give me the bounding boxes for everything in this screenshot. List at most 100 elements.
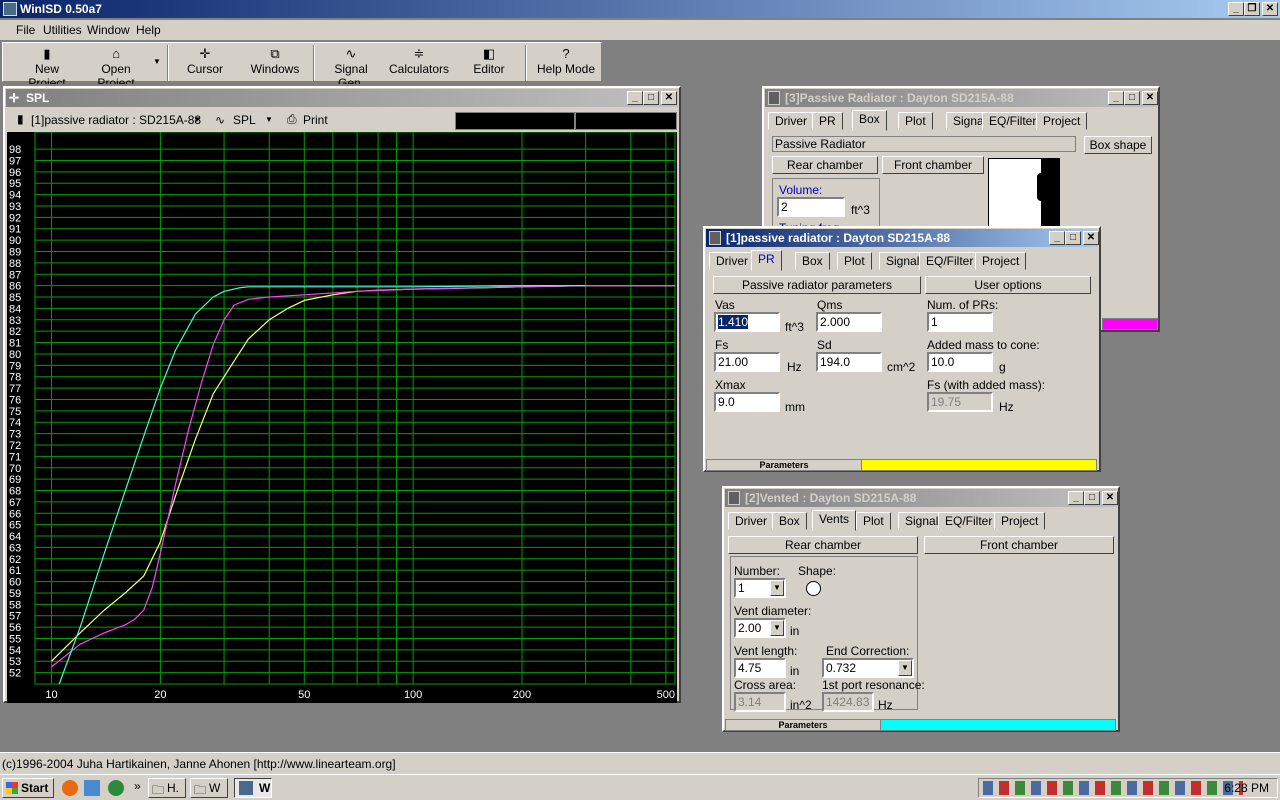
spl-maximize-icon[interactable]: □ (643, 91, 659, 105)
start-button[interactable]: Start (2, 778, 54, 798)
signal-gen-button[interactable]: ∿ Signal Gen. (321, 46, 381, 90)
cursor-button[interactable]: ✛ Cursor (181, 46, 229, 80)
vent-length-input[interactable]: 4.75 (734, 658, 786, 678)
vented-window-titlebar[interactable]: [2]Vented : Dayton SD215A-88 (725, 489, 1117, 507)
new-project-button[interactable]: ▮ New Project (15, 46, 79, 90)
tab-box[interactable]: Box (795, 252, 830, 270)
calculator-icon: ≑ (413, 46, 425, 61)
y-tick-label: 70 (9, 463, 21, 475)
menu-window[interactable]: Window (87, 23, 130, 37)
tab-plot[interactable]: Plot (837, 252, 872, 270)
vented-window-icon (728, 491, 740, 505)
tab-driver[interactable]: Driver (709, 252, 755, 270)
open-project-button[interactable]: ⌂ Open Project (83, 46, 149, 90)
tab-project[interactable]: Project (994, 512, 1046, 530)
taskbar-folder-w[interactable]: 🗀 W (190, 778, 228, 798)
pr-maximize-icon[interactable]: □ (1065, 231, 1081, 245)
menu-help[interactable]: Help (136, 23, 161, 37)
chart-grid (34, 132, 676, 685)
tab-driver[interactable]: Driver (728, 512, 774, 530)
rear-chamber-button[interactable]: Rear chamber (728, 536, 918, 554)
tab-pr[interactable]: PR (812, 112, 843, 130)
calculators-button[interactable]: ≑ Calculators (389, 46, 449, 80)
project-dropdown-icon[interactable]: ▼ (193, 115, 201, 124)
spl-window-titlebar[interactable]: ✛ SPL (6, 89, 678, 107)
quicklaunch-icon[interactable] (84, 780, 100, 796)
front-chamber-button[interactable]: Front chamber (924, 536, 1114, 554)
diameter-dropdown-icon[interactable]: ▼ (770, 620, 784, 636)
pr-close-icon[interactable]: ✕ (1083, 231, 1099, 245)
menu-file[interactable]: File (16, 23, 35, 37)
y-tick-label: 69 (9, 474, 21, 486)
fs-input[interactable]: 21.00 (714, 352, 780, 372)
project-select[interactable]: [1]passive radiator : SD215A-88 (31, 113, 201, 127)
rear-chamber-button[interactable]: Rear chamber (772, 156, 878, 174)
vas-input[interactable]: 1.410 (714, 312, 780, 332)
y-tick-label: 76 (9, 394, 21, 406)
vented-minimize-icon[interactable]: _ (1068, 491, 1084, 505)
tab-eq-filter[interactable]: EQ/Filter (919, 252, 981, 270)
end-correction-dropdown-icon[interactable]: ▼ (898, 660, 912, 676)
plot-dropdown-icon[interactable]: ▼ (265, 115, 273, 124)
taskbar-winisd[interactable]: W (234, 778, 272, 798)
number-select[interactable]: 1 ▼ (734, 578, 786, 598)
spl-close-icon[interactable]: ✕ (661, 91, 677, 105)
tray-icons[interactable] (983, 781, 1243, 795)
added-mass-input[interactable]: 10.0 (927, 352, 993, 372)
editor-button[interactable]: ◧ Editor (469, 46, 509, 80)
tab-pr[interactable]: PR (751, 250, 782, 271)
tab-project[interactable]: Project (1036, 112, 1088, 130)
tab-box[interactable]: Box (852, 110, 887, 131)
print-button[interactable]: Print (303, 113, 328, 127)
user-options-header[interactable]: User options (925, 276, 1091, 294)
open-dropdown-icon[interactable]: ▼ (153, 57, 161, 66)
close-icon[interactable]: ✕ (1262, 2, 1278, 16)
xmax-input[interactable]: 9.0 (714, 392, 780, 412)
chevron-right-icon[interactable]: » (134, 779, 141, 793)
qms-input[interactable]: 2.000 (816, 312, 882, 332)
tab-driver[interactable]: Driver (768, 112, 814, 130)
vent-diameter-select[interactable]: 2.00 ▼ (734, 618, 786, 638)
windows-button[interactable]: ⧉ Windows (247, 46, 303, 80)
taskbar-folder-h[interactable]: 🗀 H. (148, 778, 186, 798)
pr-window-titlebar[interactable]: [1]passive radiator : Dayton SD215A-88 (706, 229, 1098, 247)
pr-box-window-titlebar[interactable]: [3]Passive Radiator : Dayton SD215A-88 (765, 89, 1157, 107)
firefox-icon[interactable] (62, 780, 78, 796)
pr-box-minimize-icon[interactable]: _ (1108, 91, 1124, 105)
number-dropdown-icon[interactable]: ▼ (770, 580, 784, 596)
pr-box-window-title: [3]Passive Radiator : Dayton SD215A-88 (785, 91, 1014, 105)
tab-project[interactable]: Project (975, 252, 1027, 270)
tab-eq-filter[interactable]: EQ/Filter (982, 112, 1044, 130)
tab-eq-filter[interactable]: EQ/Filter (938, 512, 1000, 530)
tab-plot[interactable]: Plot (856, 512, 891, 530)
end-correction-select[interactable]: 0.732 ▼ (822, 658, 914, 678)
volume-input[interactable]: 2 (777, 197, 845, 217)
restore-icon[interactable]: ❐ (1244, 2, 1260, 16)
y-tick-label: 86 (9, 281, 21, 293)
utorrent-icon[interactable] (108, 780, 124, 796)
front-chamber-button[interactable]: Front chamber (882, 156, 984, 174)
pr-box-close-icon[interactable]: ✕ (1142, 91, 1158, 105)
pr-minimize-icon[interactable]: _ (1049, 231, 1065, 245)
plot-type-select[interactable]: SPL (233, 113, 256, 127)
box-shape-button[interactable]: Box shape (1084, 136, 1152, 154)
sine-plot-icon: ∿ (215, 113, 226, 127)
tab-vents[interactable]: Vents (812, 510, 857, 531)
tab-box[interactable]: Box (772, 512, 807, 530)
spl-minimize-icon[interactable]: _ (627, 91, 643, 105)
sd-input[interactable]: 194.0 (816, 352, 882, 372)
spl-chart[interactable]: 5253545556575859606162636465666768697071… (7, 132, 677, 703)
pr-params-header[interactable]: Passive radiator parameters (713, 276, 921, 294)
num-prs-input[interactable]: 1 (927, 312, 993, 332)
y-tick-label: 98 (9, 144, 21, 156)
vented-close-icon[interactable]: ✕ (1102, 491, 1118, 505)
y-tick-label: 72 (9, 440, 21, 452)
minimize-icon[interactable]: _ (1228, 2, 1244, 16)
round-vent-shape-icon[interactable] (806, 581, 821, 596)
port-resonance-input: 1424.83 (822, 692, 874, 712)
tab-plot[interactable]: Plot (898, 112, 933, 130)
pr-box-maximize-icon[interactable]: □ (1124, 91, 1140, 105)
vented-maximize-icon[interactable]: □ (1084, 491, 1100, 505)
menu-utilities[interactable]: Utilities (43, 23, 82, 37)
help-mode-button[interactable]: ? Help Mode (535, 46, 597, 80)
